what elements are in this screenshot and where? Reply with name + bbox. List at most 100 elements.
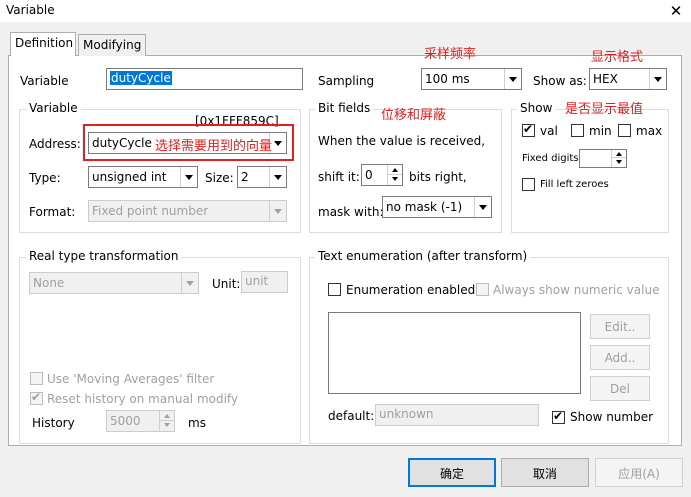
history-stepper[interactable]: 5000 [106,410,175,432]
mask-select[interactable]: no mask (-1) [382,196,492,218]
chevron-down-icon [186,281,194,286]
del-button[interactable]: Del [590,376,650,401]
apply-button[interactable]: 应用(A) [595,458,683,487]
bit-fields-title: Bit fields [315,101,374,115]
annotation-shift-mask: 位移和屏蔽 [381,108,447,123]
close-button[interactable]: ✕ [664,0,688,22]
fixed-digits-stepper[interactable] [579,149,627,168]
default-label: default: [328,409,375,423]
title-bar [0,0,691,22]
shift-up-button[interactable] [388,165,402,175]
type-label: Type: [29,171,61,185]
sampling-select[interactable]: 100 ms [421,68,522,90]
history-unit: ms [188,416,206,430]
mask-dropdown-arrow[interactable] [474,197,491,217]
history-label: History [32,416,75,430]
max-label: max [636,124,663,138]
shift-label: shift it: [318,170,360,184]
address-label: Address: [29,137,81,151]
tab-definition[interactable]: Definition [10,32,76,56]
show-as-label: Show as: [533,74,587,88]
format-label: Format: [29,205,76,219]
max-checkbox[interactable] [618,124,631,137]
cancel-button[interactable]: 取消 [501,458,589,487]
chevron-up-icon [164,414,170,418]
min-label: min [589,124,612,138]
variable-group-title: Variable [26,101,81,115]
checkmark-icon: ✔ [31,390,42,404]
always-show-numeric-checkbox[interactable] [476,283,489,296]
unit-label: Unit: [212,277,241,291]
show-as-value: HEX [593,72,618,86]
val-label: val [540,124,558,138]
checkmark-icon: ✔ [523,122,534,136]
window-title: Variable [6,3,55,17]
mask-label: mask with: [318,205,384,219]
annotation-select-variable: 选择需要用到的向量 [155,139,273,154]
size-select[interactable]: 2 [237,166,287,188]
show-as-select[interactable]: HEX [589,68,667,90]
add-button[interactable]: Add.. [590,345,650,370]
chevron-down-icon [274,175,282,180]
min-checkbox[interactable] [571,124,584,137]
history-down-button[interactable] [160,421,174,431]
ok-button-label: 确定 [439,467,464,481]
fixed-digits-up-button[interactable] [612,150,626,158]
chevron-down-icon [164,423,170,427]
apply-button-label: 应用(A) [618,467,660,481]
sampling-dropdown-arrow[interactable] [504,69,521,89]
show-group-title: Show [517,101,556,115]
edit-button[interactable]: Edit.. [590,314,650,339]
type-dropdown-arrow[interactable] [180,167,197,187]
enumeration-list[interactable] [328,312,581,394]
shift-stepper-buttons [387,165,402,185]
cancel-button-label: 取消 [532,467,557,481]
fill-left-zeroes-label: Fill left zeroes [540,179,609,190]
moving-averages-checkbox[interactable] [30,372,43,385]
bit-fields-when-text: When the value is received, [318,134,486,148]
size-label: Size: [205,171,234,185]
show-as-dropdown-arrow[interactable] [649,69,666,89]
reset-history-checkbox[interactable]: ✔ [30,390,43,405]
sampling-value: 100 ms [425,72,470,86]
edit-button-label: Edit.. [604,320,636,334]
size-value: 2 [241,170,249,184]
always-show-numeric-label: Always show numeric value [493,283,660,297]
variable-name-value: dutyCycle [110,71,172,85]
fixed-digits-buttons [611,150,626,167]
fill-left-zeroes-checkbox[interactable] [522,178,535,191]
enumeration-enabled-checkbox[interactable] [328,283,341,296]
checkmark-icon: ✔ [553,409,564,423]
chevron-down-icon [654,77,662,82]
add-button-label: Add.. [604,351,636,365]
reset-history-label: Reset history on manual modify [47,392,239,406]
show-number-label: Show number [570,410,654,424]
annotation-sampling-rate: 采样频率 [424,47,477,62]
val-checkbox[interactable]: ✔ [522,122,535,137]
type-select[interactable]: unsigned int [88,166,198,188]
real-type-select[interactable]: None [29,272,199,294]
size-dropdown-arrow[interactable] [269,167,286,187]
annotation-display-format: 显示格式 [591,50,644,65]
enumeration-enabled-label: Enumeration enabled [346,283,476,297]
variable-name-input[interactable]: dutyCycle [106,68,303,90]
ok-button[interactable]: 确定 [408,458,496,487]
tab-modifying[interactable]: Modifying [78,34,146,56]
annotation-show-extreme: 是否显示最值 [565,102,644,117]
chevron-down-icon [616,160,622,164]
fixed-digits-down-button[interactable] [612,158,626,167]
unit-input[interactable]: unit [241,271,288,293]
real-type-dropdown-arrow[interactable] [181,273,198,293]
real-type-title: Real type transformation [26,249,182,263]
default-input[interactable]: unknown [375,404,539,426]
format-dropdown-arrow[interactable] [269,201,286,221]
show-number-checkbox[interactable]: ✔ [552,409,565,424]
shift-down-button[interactable] [388,175,402,185]
history-up-button[interactable] [160,411,174,421]
chevron-down-icon [185,175,193,180]
chevron-down-icon [392,177,398,181]
format-select[interactable]: Fixed point number [88,200,287,222]
shift-stepper[interactable]: 0 [361,164,403,186]
chevron-down-icon [479,205,487,210]
mask-value: no mask (-1) [386,200,463,214]
